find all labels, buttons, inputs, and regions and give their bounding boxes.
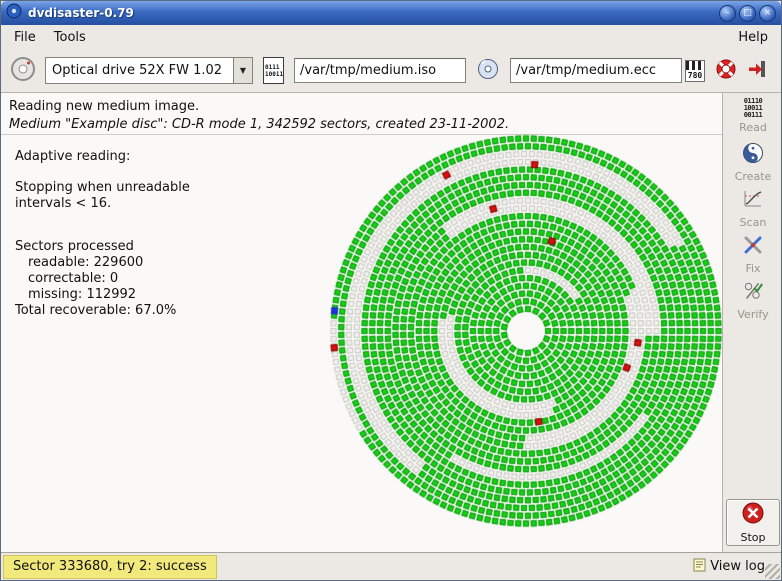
- stop-button[interactable]: Stop: [726, 499, 780, 546]
- fix-button-label: Fix: [745, 262, 760, 275]
- stop-button-label: Stop: [740, 531, 765, 544]
- drive-icon[interactable]: [9, 55, 37, 87]
- ecc-file-input[interactable]: [510, 58, 682, 83]
- menu-help[interactable]: Help: [729, 27, 777, 48]
- verify-button[interactable]: Verify: [723, 277, 782, 323]
- total-recoverable-label: Total recoverable:: [15, 303, 131, 318]
- adaptive-reading-heading: Adaptive reading:: [15, 149, 190, 165]
- tools-icon: [742, 234, 764, 260]
- view-log-label: View log: [710, 559, 765, 574]
- read-button[interactable]: 01110 10011 00111 Read: [723, 93, 782, 139]
- image-file-input[interactable]: [294, 58, 466, 83]
- reading-info-panel: Adaptive reading: Stopping when unreadab…: [15, 149, 190, 319]
- read-button-label: Read: [739, 121, 767, 134]
- menu-tools[interactable]: Tools: [45, 27, 95, 48]
- resize-grip[interactable]: [765, 564, 780, 579]
- image-file-icon-row: 10011: [265, 71, 282, 78]
- menu-file[interactable]: File: [5, 27, 45, 48]
- binary-read-icon: 01110 10011 00111: [744, 98, 763, 119]
- scan-chart-icon: [742, 188, 764, 214]
- titlebar: dvdisaster-0.79 – □ ×: [1, 1, 781, 25]
- readable-row: readable: 229600: [15, 255, 190, 271]
- image-file-icon-row: 0111: [265, 64, 282, 71]
- log-icon: [693, 558, 706, 576]
- sidebar: 01110 10011 00111 Read Create: [722, 93, 782, 554]
- readable-label: readable:: [28, 255, 89, 270]
- toolbar-right-group: 780: [685, 58, 773, 84]
- window-title: dvdisaster-0.79: [28, 6, 134, 20]
- stopping-line-2: intervals < 16.: [15, 196, 190, 212]
- menubar: File Tools Help: [1, 25, 781, 49]
- statusbar: Sector 333680, try 2: success View log: [1, 552, 781, 580]
- chevron-down-icon[interactable]: ▼: [233, 58, 252, 83]
- verify-button-label: Verify: [737, 308, 768, 321]
- ecc-file-icon[interactable]: [476, 57, 500, 85]
- quit-icon[interactable]: [747, 59, 767, 83]
- view-log-button[interactable]: View log: [693, 558, 765, 576]
- create-button-label: Create: [735, 170, 772, 183]
- scan-button-label: Scan: [740, 216, 767, 229]
- total-recoverable-value: 67.0%: [135, 303, 176, 318]
- maximize-icon[interactable]: □: [739, 5, 756, 22]
- yin-yang-icon: [742, 142, 764, 168]
- drive-select[interactable]: Optical drive 52X FW 1.02 ▼: [45, 57, 253, 84]
- reading-spiral-canvas: [292, 97, 722, 554]
- app-window: dvdisaster-0.79 – □ × File Tools Help Op…: [0, 0, 782, 581]
- create-button[interactable]: Create: [723, 139, 782, 185]
- main-content: Reading new medium image. Medium "Exampl…: [1, 93, 722, 554]
- help-lifering-icon[interactable]: [715, 58, 737, 84]
- missing-label: missing:: [28, 287, 82, 302]
- close-icon[interactable]: ×: [759, 5, 776, 22]
- missing-value: 112992: [86, 287, 136, 302]
- sectors-heading: Sectors processed: [15, 239, 190, 255]
- fix-button[interactable]: Fix: [723, 231, 782, 277]
- total-recoverable-row: Total recoverable: 67.0%: [15, 303, 190, 319]
- missing-row: missing: 112992: [15, 287, 190, 303]
- window-controls: – □ ×: [719, 5, 776, 22]
- toolbar: Optical drive 52X FW 1.02 ▼ 0111 10011 7…: [1, 49, 781, 93]
- scan-button[interactable]: Scan: [723, 185, 782, 231]
- status-message: Sector 333680, try 2: success: [3, 555, 217, 579]
- correctable-value: 0: [110, 271, 118, 286]
- preferences-icon-digits: 780: [686, 70, 704, 81]
- image-file-icon[interactable]: 0111 10011: [263, 57, 284, 84]
- binary-row: 00111: [744, 112, 763, 119]
- readable-value: 229600: [94, 255, 144, 270]
- stopping-line-1: Stopping when unreadable: [15, 180, 190, 196]
- preferences-icon-pattern: [686, 61, 704, 70]
- correctable-label: correctable:: [28, 271, 106, 286]
- percent-check-icon: [742, 280, 764, 306]
- preferences-icon[interactable]: 780: [685, 60, 705, 82]
- minimize-icon[interactable]: –: [719, 5, 736, 22]
- drive-select-value: Optical drive 52X FW 1.02: [46, 58, 233, 83]
- correctable-row: correctable: 0: [15, 271, 190, 287]
- stop-icon: [741, 501, 765, 529]
- app-icon: [6, 3, 22, 23]
